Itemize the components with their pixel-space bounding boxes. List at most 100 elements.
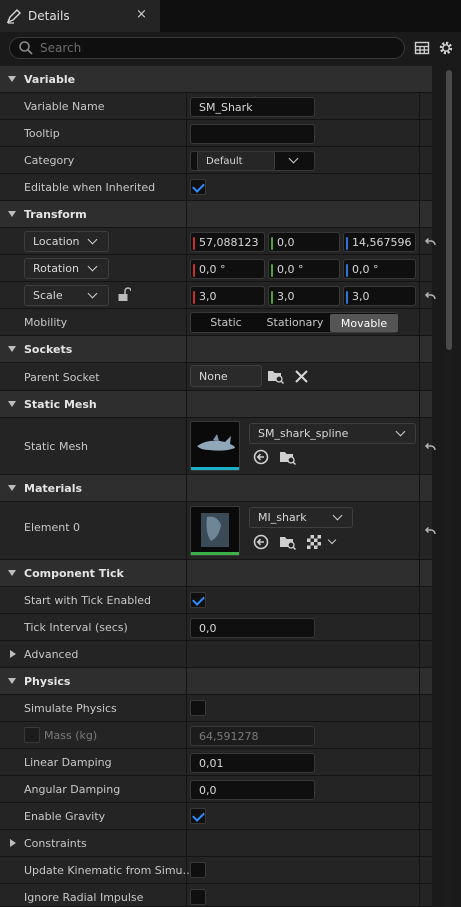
- material-combobox[interactable]: MI_shark: [249, 507, 353, 528]
- location-dropdown[interactable]: Location: [24, 231, 109, 252]
- angular-damping-input[interactable]: 0,0: [190, 780, 315, 800]
- scale-dropdown[interactable]: Scale: [24, 285, 109, 306]
- close-tab-icon[interactable]: ×: [136, 7, 147, 22]
- unlock-icon[interactable]: [117, 287, 131, 302]
- property-label: Tick Interval (secs): [24, 621, 128, 634]
- clear-x-icon[interactable]: [295, 370, 308, 383]
- location-x-input[interactable]: 57,088123: [190, 232, 265, 252]
- settings-gear-icon[interactable]: [437, 39, 455, 57]
- column-divider[interactable]: [186, 92, 187, 907]
- reset-to-default-icon[interactable]: [424, 236, 437, 248]
- category-combobox[interactable]: Default: [190, 151, 315, 171]
- field-value: 3,0: [277, 289, 295, 303]
- reset-to-default-icon[interactable]: [424, 441, 437, 453]
- search-input[interactable]: Search: [9, 37, 405, 59]
- variable-name-input[interactable]: SM_Shark: [190, 97, 315, 117]
- property-label: Mass (kg): [44, 729, 98, 742]
- rotation-z-input[interactable]: 0,0 °: [343, 259, 416, 279]
- section-physics[interactable]: Physics: [0, 668, 432, 695]
- table-view-icon[interactable]: [414, 40, 430, 56]
- scrollbar-thumb[interactable]: [446, 70, 452, 350]
- z-axis-marker: [346, 264, 348, 277]
- mobility-static-option[interactable]: Static: [191, 313, 261, 332]
- checkmark-icon: [192, 180, 205, 193]
- start-tick-enabled-checkbox[interactable]: [190, 592, 206, 608]
- property-label: Element 0: [24, 521, 81, 534]
- row-ignore-radial-impulse: Ignore Radial Impulse: [0, 884, 432, 907]
- material-thumbnail[interactable]: [190, 506, 240, 556]
- browse-folder-icon[interactable]: [267, 368, 285, 384]
- static-mesh-combobox[interactable]: SM_shark_spline: [249, 423, 416, 444]
- row-constraints[interactable]: Constraints: [0, 830, 432, 857]
- x-axis-marker: [193, 264, 195, 277]
- y-axis-marker: [271, 237, 273, 250]
- section-variable[interactable]: Variable: [0, 66, 432, 93]
- chevron-down-icon: [288, 153, 299, 164]
- static-mesh-thumbnail[interactable]: [190, 421, 240, 471]
- scale-z-input[interactable]: 3,0: [343, 286, 416, 306]
- location-z-input[interactable]: 14,567596: [343, 232, 416, 252]
- rotation-dropdown[interactable]: Rotation: [24, 258, 109, 279]
- field-value: 3,0: [352, 289, 370, 303]
- category-value[interactable]: Default: [197, 152, 275, 170]
- enable-gravity-checkbox[interactable]: [190, 808, 206, 824]
- section-title: Component Tick: [24, 567, 124, 580]
- section-title: Physics: [24, 675, 71, 688]
- mass-override-checkbox[interactable]: [24, 727, 40, 743]
- ignore-radial-impulse-checkbox[interactable]: [190, 889, 206, 905]
- update-kinematic-checkbox[interactable]: [190, 862, 206, 878]
- section-transform[interactable]: Transform: [0, 201, 432, 228]
- field-value: 0,0 °: [352, 262, 379, 276]
- details-tab[interactable]: Details ×: [0, 0, 160, 32]
- row-editable-inherited: Editable when Inherited: [0, 174, 432, 201]
- collapse-arrow-icon: [8, 485, 16, 491]
- simulate-physics-checkbox[interactable]: [190, 700, 206, 716]
- reset-to-default-icon[interactable]: [424, 290, 437, 302]
- z-axis-marker: [346, 291, 348, 304]
- dropdown-label: Rotation: [33, 262, 80, 275]
- property-label: Parent Socket: [24, 371, 100, 384]
- section-sockets[interactable]: Sockets: [0, 336, 432, 363]
- section-materials[interactable]: Materials: [0, 475, 432, 502]
- parent-socket-value[interactable]: None: [190, 365, 262, 387]
- y-axis-marker: [271, 264, 273, 277]
- reset-column-divider: [419, 92, 420, 907]
- property-label: Category: [24, 154, 75, 167]
- scale-y-input[interactable]: 3,0: [268, 286, 340, 306]
- use-selected-arrow-icon[interactable]: [253, 449, 269, 465]
- browse-folder-icon[interactable]: [279, 534, 297, 550]
- rotation-x-input[interactable]: 0,0 °: [190, 259, 265, 279]
- section-title: Variable: [24, 73, 76, 86]
- search-placeholder: Search: [40, 41, 82, 55]
- row-update-kinematic: Update Kinematic from Simu…: [0, 857, 432, 884]
- reset-to-default-icon[interactable]: [424, 525, 437, 537]
- z-axis-marker: [346, 237, 348, 250]
- mobility-movable-option[interactable]: Movable: [330, 314, 398, 332]
- checkmark-icon: [192, 593, 205, 606]
- property-label: Tooltip: [24, 127, 60, 140]
- chevron-down-icon: [87, 261, 98, 272]
- mobility-stationary-option[interactable]: Stationary: [261, 313, 329, 332]
- location-y-input[interactable]: 0,0: [268, 232, 340, 252]
- editable-inherited-checkbox[interactable]: [190, 179, 206, 195]
- pencil-icon: [6, 9, 21, 24]
- tick-interval-input[interactable]: 0,0: [190, 618, 315, 638]
- checker-texture-icon[interactable]: [307, 535, 321, 549]
- tooltip-input[interactable]: [190, 124, 315, 144]
- mass-input[interactable]: 64,591278: [190, 726, 315, 746]
- collapse-arrow-icon: [8, 678, 16, 684]
- row-advanced[interactable]: Advanced: [0, 641, 432, 668]
- section-static-mesh[interactable]: Static Mesh: [0, 391, 432, 418]
- section-component-tick[interactable]: Component Tick: [0, 560, 432, 587]
- section-title: Transform: [24, 208, 87, 221]
- row-simulate-physics: Simulate Physics: [0, 695, 432, 722]
- scale-x-input[interactable]: 3,0: [190, 286, 265, 306]
- linear-damping-input[interactable]: 0,01: [190, 753, 315, 773]
- browse-folder-icon[interactable]: [279, 449, 297, 465]
- property-label: Linear Damping: [24, 756, 112, 769]
- chevron-down-icon: [332, 510, 343, 521]
- collapse-arrow-icon: [8, 76, 16, 82]
- use-selected-arrow-icon[interactable]: [253, 534, 269, 550]
- checkmark-icon: [192, 809, 205, 822]
- rotation-y-input[interactable]: 0,0 °: [268, 259, 340, 279]
